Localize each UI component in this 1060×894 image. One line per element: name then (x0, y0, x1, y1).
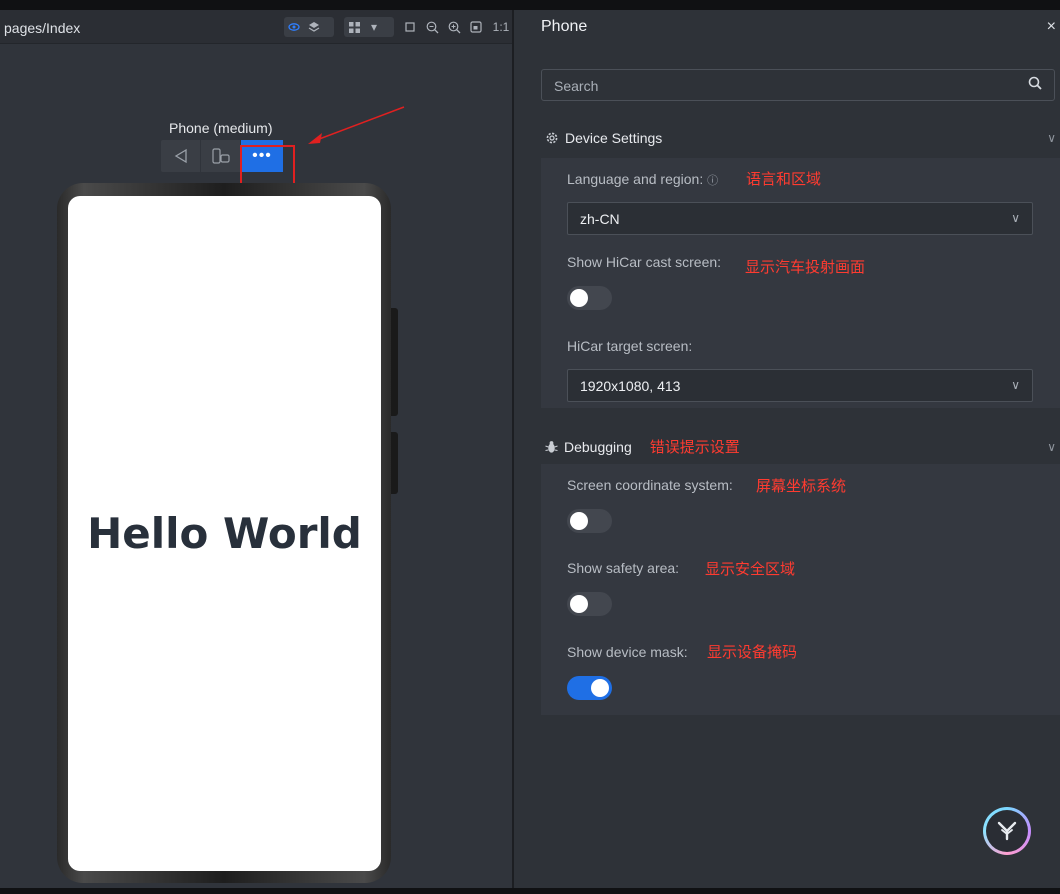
close-icon[interactable]: × (1047, 18, 1056, 36)
annotation-arrow-icon (308, 106, 405, 144)
eye-icon[interactable] (284, 17, 304, 37)
fit-screen-icon[interactable] (468, 19, 484, 35)
safety-area-annotation: 显示安全区域 (705, 561, 796, 578)
zoom-out-icon[interactable] (424, 19, 440, 35)
toggle-knob (570, 595, 588, 613)
toggle-knob (591, 679, 609, 697)
search-input[interactable]: Search (541, 69, 1055, 101)
gear-icon (546, 132, 558, 144)
debugging-annotation: 错误提示设置 (649, 439, 740, 456)
device-mask-annotation: 显示设备掩码 (707, 644, 798, 661)
hicar-target-value: 1920x1080, 413 (580, 378, 681, 394)
chevron-down-icon[interactable]: ∨ (1047, 131, 1056, 145)
coordinate-system-annotation: 屏幕坐标系统 (756, 478, 847, 495)
layers-icon[interactable] (304, 17, 324, 37)
actual-size-button[interactable]: 1:1 (490, 19, 512, 35)
hicar-target-label: HiCar target screen: (567, 338, 693, 354)
chevron-down-icon: ∨ (1011, 378, 1020, 392)
coordinate-system-label: Screen coordinate system: (567, 477, 733, 493)
phone-frame: Hello World (57, 183, 391, 883)
safety-area-label: Show safety area: (567, 560, 680, 576)
debugging-header[interactable]: Debugging 错误提示设置 ∨ (545, 436, 1060, 457)
device-mask-toggle[interactable] (567, 676, 612, 700)
bottom-strip (0, 888, 1060, 894)
zoom-in-icon[interactable] (446, 19, 462, 35)
language-value: zh-CN (580, 211, 620, 227)
back-triangle-icon (174, 148, 187, 164)
search-icon[interactable] (1028, 76, 1042, 90)
hicar-cast-annotation: 显示汽车投射画面 (745, 259, 866, 276)
debugging-body: Screen coordinate system: 屏幕坐标系统 Show sa… (541, 464, 1060, 715)
help-circle-icon[interactable]: ⓘ (707, 175, 718, 187)
bug-icon (545, 440, 558, 453)
assistant-button[interactable] (983, 807, 1031, 855)
phone-volume-button (391, 308, 398, 416)
device-name-label: Phone (medium) (169, 120, 273, 136)
caret-down-icon[interactable]: ▾ (364, 17, 384, 37)
toggle-knob (570, 512, 588, 530)
back-button[interactable] (161, 140, 201, 172)
hicar-cast-label: Show HiCar cast screen: (567, 254, 722, 270)
language-annotation: 语言和区域 (746, 171, 822, 188)
rotate-button[interactable] (201, 140, 241, 172)
chevron-down-icon: ∨ (1011, 211, 1020, 225)
top-strip (0, 0, 1060, 10)
safety-area-toggle[interactable] (567, 592, 612, 616)
assistant-logo-icon (986, 810, 1028, 852)
grid-icon[interactable] (344, 17, 364, 37)
language-select[interactable]: zh-CN ∨ (567, 202, 1033, 235)
hello-world-text: Hello World (87, 509, 362, 558)
phone-screen[interactable]: Hello World (68, 196, 381, 871)
panel-title: Phone (541, 18, 588, 35)
phone-power-button (391, 432, 398, 494)
app-root: pages/Index ▾ 1:1 Phone (medium) ••• Hel… (0, 0, 1060, 894)
debugging-title: Debugging (564, 438, 632, 455)
previewer-panel: pages/Index ▾ 1:1 Phone (medium) ••• Hel… (0, 10, 512, 888)
coordinate-system-toggle[interactable] (567, 509, 612, 533)
hicar-cast-toggle[interactable] (567, 286, 612, 310)
device-settings-header[interactable]: Device Settings ∨ (545, 130, 1060, 146)
device-mask-label: Show device mask: (567, 644, 688, 660)
search-placeholder: Search (554, 78, 599, 94)
layout-group: ▾ (344, 17, 394, 37)
settings-panel: Phone × Search Device Settings ∨ Languag… (514, 10, 1060, 888)
view-mode-group (284, 17, 334, 37)
chevron-down-icon[interactable]: ∨ (1047, 440, 1056, 454)
rotate-device-icon (211, 148, 230, 164)
page-path: pages/Index (4, 20, 81, 36)
device-settings-body: Language and region: ⓘ 语言和区域 zh-CN ∨ Sho… (541, 158, 1060, 408)
language-label: Language and region: ⓘ (567, 171, 719, 187)
previewer-toolbar: pages/Index ▾ 1:1 (0, 10, 512, 44)
crop-icon[interactable] (402, 19, 418, 35)
device-settings-title: Device Settings (565, 130, 663, 146)
toggle-knob (570, 289, 588, 307)
hicar-target-select[interactable]: 1920x1080, 413 ∨ (567, 369, 1033, 402)
